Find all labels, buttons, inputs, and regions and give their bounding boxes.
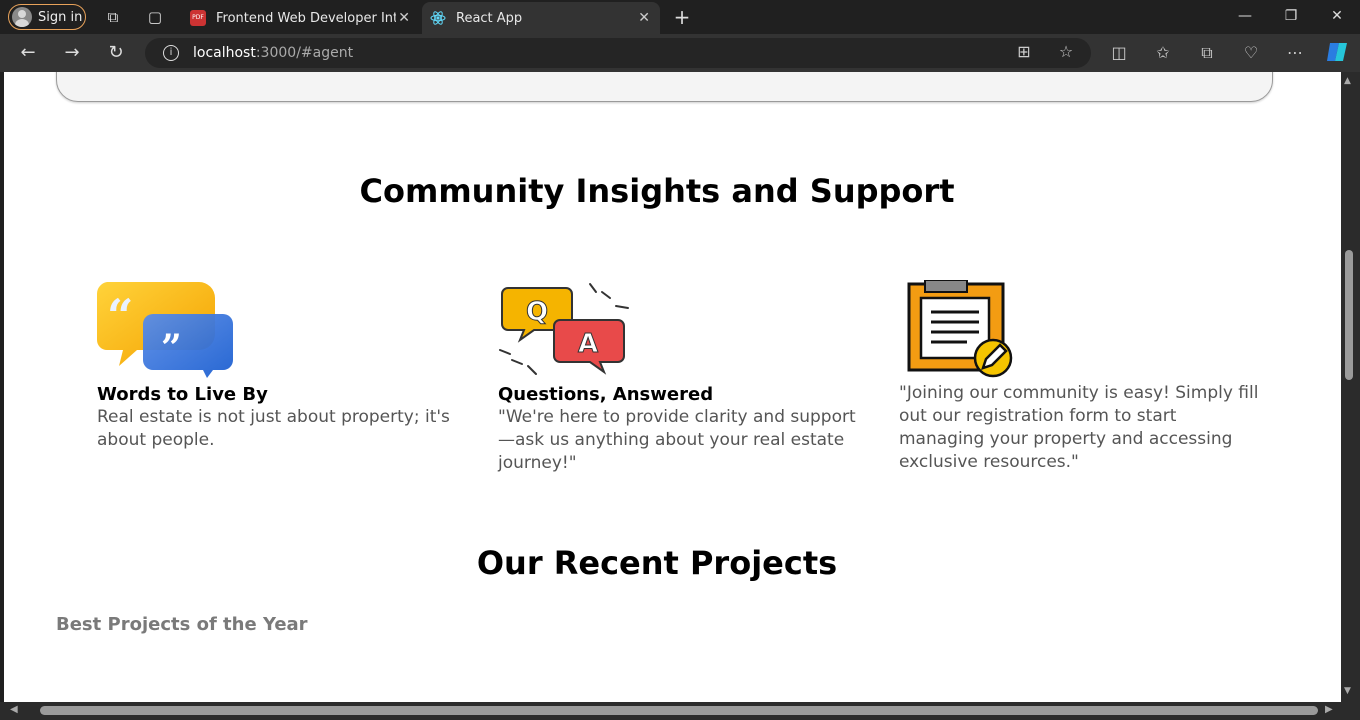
tab-title: React App [456,10,523,26]
horizontal-scrollbar[interactable]: ◀ ▶ [0,702,1360,720]
app-available-icon[interactable]: ⊞ [1013,42,1035,62]
collections-icon[interactable]: ⧉ [1196,43,1218,63]
tab-actions-icon[interactable]: ▢ [146,8,164,26]
sign-in-label: Sign in [38,9,83,25]
vertical-scroll-thumb[interactable] [1345,250,1353,380]
card-text: "We're here to provide clarity and suppo… [498,407,856,473]
new-tab-icon[interactable]: + [673,7,691,27]
browser-essentials-icon[interactable]: ♡ [1240,43,1262,63]
svg-text:Q: Q [526,297,548,327]
card-title: Questions, Answered [498,384,714,405]
svg-text:“: “ [107,289,133,343]
card-text: Real estate is not just about property; … [97,407,450,450]
svg-text:”: ” [161,327,182,369]
profile-avatar-icon [12,7,32,27]
scroll-up-icon[interactable]: ▲ [1344,76,1351,86]
browser-tab-bar: Sign in ⧉ ▢ PDF Frontend Web Developer I… [0,0,1360,34]
vertical-scrollbar[interactable]: ▲ ▼ [1341,72,1360,702]
split-screen-icon[interactable]: ◫ [1108,43,1130,63]
insight-card: "Joining our community is easy! Simply f… [899,279,1259,474]
favorites-icon[interactable]: ✩ [1152,43,1174,63]
quote-bubbles-icon: “ ” [96,280,457,378]
address-bar[interactable]: i localhost:3000/#agent ⊞ ☆ [145,38,1091,68]
projects-title: Our Recent Projects [476,544,838,582]
restore-icon[interactable]: ❐ [1281,8,1301,24]
clipboard-edit-icon [899,279,1259,378]
back-icon[interactable]: ← [17,43,39,63]
copilot-icon[interactable] [1326,40,1348,69]
site-info-icon[interactable]: i [163,45,179,61]
close-tab-icon[interactable]: ✕ [398,10,410,26]
projects-subtitle: Best Projects of the Year [56,614,308,635]
pdf-icon: PDF [190,10,206,26]
close-tab-icon[interactable]: ✕ [638,10,650,26]
sign-in-button[interactable]: Sign in [8,4,86,30]
insight-card: “ ” Words to Live By Real estate is not … [96,280,457,452]
tab-react-app[interactable]: React App ✕ [422,2,660,34]
address-toolbar: ← → ↻ i localhost:3000/#agent ⊞ ☆ ◫ ✩ ⧉ … [0,34,1360,72]
horizontal-scroll-thumb[interactable] [40,706,1318,715]
forward-icon[interactable]: → [61,43,83,63]
tab-title: Frontend Web Developer Internsh [216,10,396,26]
scroll-down-icon[interactable]: ▼ [1344,686,1351,696]
qa-bubbles-icon: Q A [498,280,858,378]
card-text: "Joining our community is easy! Simply f… [899,383,1259,472]
workspaces-icon[interactable]: ⧉ [104,8,122,26]
url-path: :3000/#agent [255,45,354,61]
minimize-icon[interactable]: — [1235,8,1255,24]
react-icon [430,10,446,26]
insights-title: Community Insights and Support [359,172,955,210]
tab-pdf[interactable]: PDF Frontend Web Developer Internsh ✕ [182,2,420,34]
more-menu-icon[interactable]: ⋯ [1284,43,1306,63]
scroll-left-icon[interactable]: ◀ [10,704,18,715]
refresh-icon[interactable]: ↻ [105,43,127,63]
page-viewport: Community Insights and Support “ ” Words… [4,72,1341,702]
url-host: localhost [193,45,256,61]
previous-section-card [56,72,1273,102]
close-window-icon[interactable]: ✕ [1327,8,1347,24]
card-title: Words to Live By [97,384,268,405]
favorite-star-icon[interactable]: ☆ [1055,42,1077,62]
svg-text:A: A [578,329,598,359]
scroll-right-icon[interactable]: ▶ [1325,704,1333,715]
insight-card: Q A Questions, Answered "We're here to p… [498,280,858,475]
